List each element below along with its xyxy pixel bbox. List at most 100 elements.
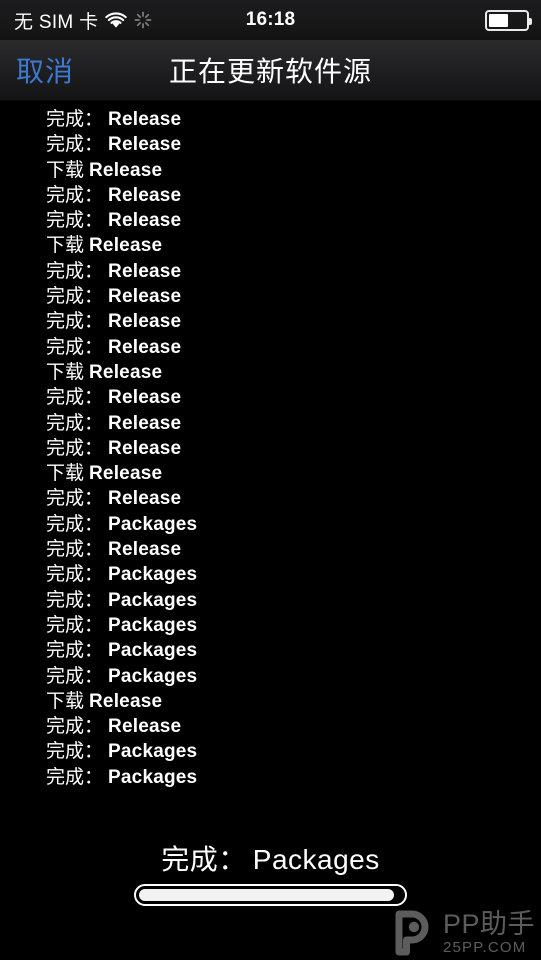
log-line-value: Release [89, 690, 163, 712]
carrier-label: 无 SIM 卡 [14, 11, 99, 33]
log-line-label: 完成 [46, 109, 103, 130]
log-line: 完成Packages [0, 664, 541, 689]
log-line-value: Release [108, 412, 182, 434]
log-line: 下载 Release [0, 689, 541, 714]
log-line: 完成Release [0, 385, 541, 410]
battery-icon [485, 9, 532, 31]
log-line: 完成Release [0, 259, 541, 284]
log-line-label: 完成 [46, 261, 103, 282]
log-line-label: 完成 [46, 666, 103, 687]
log-line-label: 完成 [46, 716, 103, 737]
log-line: 完成Packages [0, 588, 541, 613]
log-line-label: 完成 [46, 210, 103, 231]
log-line-label: 完成 [46, 413, 103, 434]
wifi-icon [105, 11, 128, 29]
log-line-value: Release [108, 286, 182, 308]
log-line-value: Release [108, 184, 182, 206]
log-line: 下载 Release [0, 233, 541, 258]
log-line-value: Release [108, 311, 182, 333]
current-status-value: Packages [252, 844, 380, 875]
log-line-label: 完成 [46, 590, 103, 611]
log-line-label: 下载 [46, 690, 85, 712]
log-line-value: Packages [108, 564, 198, 586]
log-line-label: 完成 [46, 286, 103, 307]
log-line-value: Packages [108, 589, 198, 611]
log-line: 完成Release [0, 411, 541, 436]
log-line-value: Release [89, 159, 163, 181]
log-line-label: 下载 [46, 361, 85, 383]
phone-screen: 无 SIM 卡 16:18 取消 正在更新软件源 完成 ： Release 完成… [0, 0, 541, 960]
log-line-label: 完成 [46, 185, 103, 206]
pp-logo-icon [387, 908, 437, 958]
log-line: 完成Release [0, 714, 541, 739]
log-line-value: Packages [108, 766, 198, 788]
log-line: 完成Release [0, 335, 541, 360]
watermark-title: PP助手 [442, 909, 535, 939]
log-line-value: Release [108, 109, 182, 130]
log-line-label: 完成 [46, 488, 103, 509]
log-line-label: 完成 [46, 640, 103, 661]
log-line: 完成Release [0, 309, 541, 334]
log-line-value: Packages [108, 741, 198, 763]
log-line-value: Release [108, 336, 182, 358]
log-line: 完成Release [0, 436, 541, 461]
log-line: 完成Packages [0, 765, 541, 790]
log-line-value: Release [89, 463, 163, 485]
log-line-value: Release [108, 134, 182, 156]
progress-fill [139, 889, 395, 901]
status-bar-right [485, 0, 532, 40]
log-line-label: 完成 [46, 134, 103, 155]
log-line-label: 完成 [46, 615, 103, 636]
status-bar: 无 SIM 卡 16:18 [0, 0, 541, 40]
log-line-label: 完成 [46, 438, 103, 459]
log-line: 完成Packages [0, 638, 541, 663]
log-line-label: 完成 [46, 564, 103, 585]
log-line: 完成Release [0, 284, 541, 309]
log-line-value: Packages [108, 665, 198, 687]
log-line-value: Packages [108, 640, 198, 662]
clock-label: 16:18 [245, 9, 296, 30]
log-line: 下载 Release [0, 158, 541, 183]
log-line-value: Release [108, 539, 182, 561]
log-line: 完成Packages [0, 562, 541, 587]
update-log-list[interactable]: 完成Release完成Release下载Release完成Release完成Re… [0, 102, 541, 802]
log-line-value: Release [108, 387, 182, 409]
log-line-label: 完成 [46, 539, 103, 560]
watermark-text: PP助手 25PP.COM [442, 909, 535, 957]
log-line-value: Release [108, 437, 182, 459]
current-status-label: 完成： [161, 844, 247, 875]
log-line: 完成Release [0, 132, 541, 157]
log-line: 完成Release [0, 537, 541, 562]
log-line: 完成Packages [0, 739, 541, 764]
log-line-value: Packages [108, 614, 198, 636]
watermark: PP助手 25PP.COM [387, 908, 535, 958]
log-line-label: 完成 [46, 741, 103, 762]
log-line-label: 完成 [46, 311, 103, 332]
log-line-label: 完成 [46, 337, 103, 358]
log-line-label: 完成 [46, 387, 103, 408]
log-line-label: 完成 [46, 514, 103, 535]
log-line-label: 下载 [46, 463, 85, 485]
log-line: 完成Packages [0, 613, 541, 638]
log-line-label: 完成 [46, 767, 103, 788]
log-line: 完成Packages [0, 512, 541, 537]
log-line-label: 下载 [46, 159, 85, 181]
log-line: 完成Release [0, 107, 541, 132]
status-bar-left: 无 SIM 卡 [0, 7, 152, 34]
log-line-value: Release [108, 210, 182, 232]
battery-level [489, 13, 508, 27]
log-line-value: Release [108, 488, 182, 510]
log-line: 下载 Release [0, 360, 541, 385]
current-status-text: 完成： Packages [0, 838, 541, 878]
progress-track [134, 884, 407, 906]
log-line-value: Release [108, 260, 182, 282]
log-line: 完成Release [0, 486, 541, 511]
log-line: 下载 Release [0, 461, 541, 486]
page-title: 正在更新软件源 [168, 56, 372, 87]
log-line-value: Release [89, 361, 163, 383]
log-line-label: 下载 [46, 235, 85, 257]
navigation-bar: 取消 正在更新软件源 [0, 40, 541, 101]
sync-activity-icon [134, 11, 152, 29]
log-line-value: Release [89, 235, 163, 257]
progress-bar [134, 884, 407, 906]
